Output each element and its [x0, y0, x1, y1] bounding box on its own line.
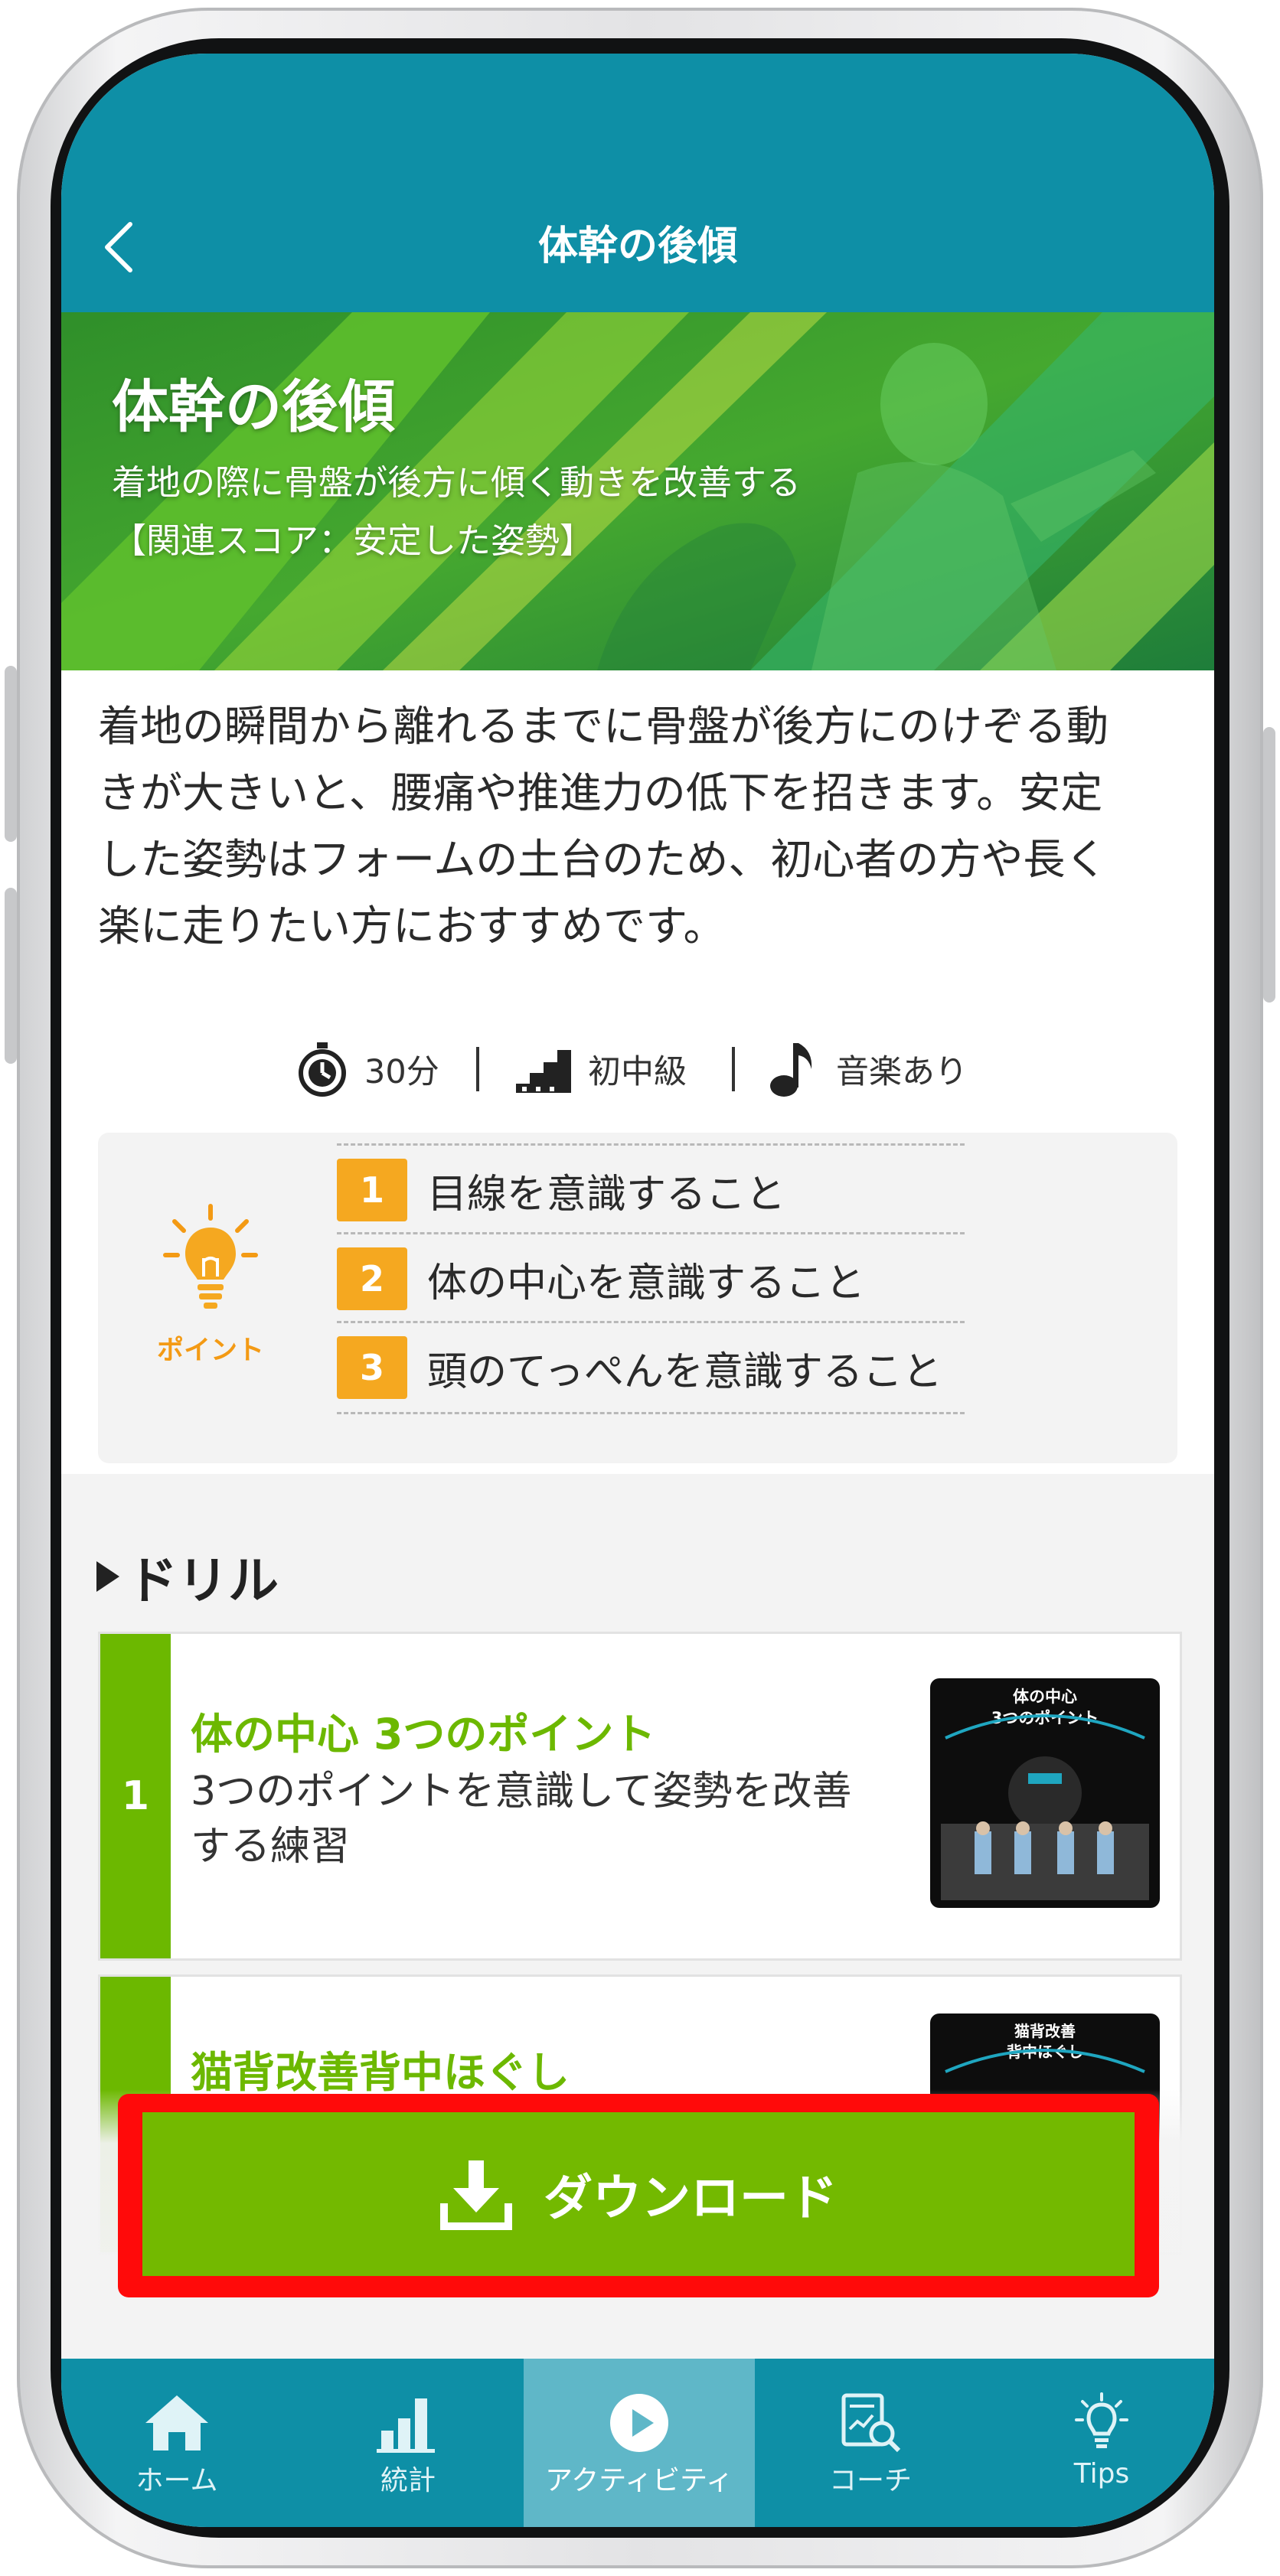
- banner-related-score: 【関連スコア：安定した姿勢】: [112, 520, 595, 561]
- drill-thumbnail[interactable]: 体の中心 3つのポイント: [930, 1678, 1160, 1908]
- coach-icon: [841, 2393, 901, 2453]
- drill-description-line: 3つのポイントを意識して姿勢を改善: [191, 1769, 852, 1815]
- drill-section-title: ドリル: [96, 1538, 279, 1615]
- description-line: した姿勢はフォームの土台のため、初心者の方や長く: [98, 835, 1108, 884]
- banner-subtitle: 着地の際に骨盤が後方に傾く動きを改善する: [112, 462, 802, 503]
- stopwatch-icon: [299, 1042, 346, 1097]
- tab-label: ホーム: [136, 2465, 218, 2496]
- level-meta: 初中級: [516, 1035, 687, 1104]
- tab-tips[interactable]: Tips: [986, 2359, 1214, 2527]
- point-number-badge: 1: [337, 1159, 407, 1221]
- triangle-right-icon: [96, 1561, 119, 1592]
- phone-side-button-power: [1263, 727, 1275, 1003]
- lightbulb-icon: [163, 1204, 258, 1309]
- level-text: 初中級: [588, 1053, 687, 1091]
- music-meta: 音楽あり: [769, 1035, 968, 1104]
- tab-label: Tips: [1073, 2458, 1130, 2490]
- banner-title: 体幹の後傾: [112, 374, 395, 440]
- point-text: 目線を意識すること: [427, 1171, 786, 1218]
- tab-label: 統計: [380, 2465, 436, 2496]
- drill-title: 体の中心 3つのポイント: [191, 1710, 656, 1759]
- stats-icon: [377, 2398, 435, 2453]
- tab-label: アクティビティ: [545, 2465, 733, 2496]
- download-icon: [440, 2160, 512, 2230]
- point-item: 2 体の中心を意識すること: [337, 1232, 965, 1323]
- thumbnail-image: [941, 1714, 1149, 1900]
- music-note-icon: [770, 1043, 812, 1097]
- description-line: きが大きいと、腰痛や推進力の低下を招きます。安定: [98, 768, 1103, 817]
- drill-number: 1: [100, 1634, 171, 1958]
- page-title: 体幹の後傾: [537, 223, 737, 269]
- point-number-badge: 2: [337, 1247, 407, 1310]
- tab-home[interactable]: ホーム: [61, 2359, 292, 2527]
- app-screen: 体幹の後傾 体幹の後傾 着地の際に骨盤が後方に傾く動きを改善する 【関連スコア：…: [61, 54, 1214, 2527]
- meta-divider: [476, 1047, 479, 1091]
- activity-banner: 体幹の後傾 着地の際に骨盤が後方に傾く動きを改善する 【関連スコア：安定した姿勢…: [61, 312, 1214, 670]
- download-label: ダウンロード: [544, 2170, 838, 2227]
- drill-section-label: ドリル: [127, 1551, 279, 1610]
- tab-activity[interactable]: アクティビティ: [524, 2359, 755, 2527]
- description-line: 楽に走りたい方におすすめです。: [98, 902, 726, 951]
- drill-card[interactable]: 1 体の中心 3つのポイント 3つのポイントを意識して姿勢を改善 する練習 体の…: [98, 1632, 1182, 1961]
- app-header: 体幹の後傾: [61, 54, 1214, 312]
- bulb-icon: [1075, 2392, 1128, 2448]
- tab-coach[interactable]: コーチ: [755, 2359, 986, 2527]
- drill-description: 3つのポイントを意識して姿勢を改善 する練習: [191, 1764, 880, 1874]
- play-icon: [610, 2394, 668, 2452]
- meta-divider: [732, 1047, 735, 1091]
- points-label: ポイント: [156, 1335, 264, 1366]
- music-text: 音楽あり: [836, 1053, 968, 1091]
- tab-label: コーチ: [828, 2465, 912, 2496]
- point-item: 3 頭のてっぺんを意識すること: [337, 1321, 965, 1414]
- point-number-badge: 3: [337, 1336, 407, 1399]
- description-line: 着地の瞬間から離れるまでに骨盤が後方にのけぞる動: [98, 702, 1109, 751]
- download-button[interactable]: ダウンロード: [142, 2112, 1135, 2276]
- phone-side-button-volume-up: [5, 666, 17, 842]
- drill-description-line: する練習: [191, 1824, 351, 1870]
- duration-text: 30分: [364, 1053, 439, 1091]
- home-icon: [145, 2395, 208, 2450]
- duration-meta: 30分: [296, 1035, 439, 1104]
- activity-meta-row: 30分 初中級 音楽あり: [61, 1035, 1214, 1104]
- phone-side-button-volume-down: [5, 888, 17, 1064]
- bottom-tab-bar: ホーム 統計 アクティビティ コーチ Tips: [61, 2359, 1214, 2527]
- point-text: 頭のてっぺんを意識すること: [427, 1348, 942, 1395]
- activity-description: 着地の瞬間から離れるまでに骨盤が後方にのけぞる動 きが大きいと、腰痛や推進力の低…: [98, 693, 1185, 960]
- stairs-icon: [516, 1050, 571, 1093]
- point-text: 体の中心を意識すること: [427, 1260, 866, 1306]
- tab-stats[interactable]: 統計: [292, 2359, 524, 2527]
- point-item: 1 目線を意識すること: [337, 1143, 965, 1234]
